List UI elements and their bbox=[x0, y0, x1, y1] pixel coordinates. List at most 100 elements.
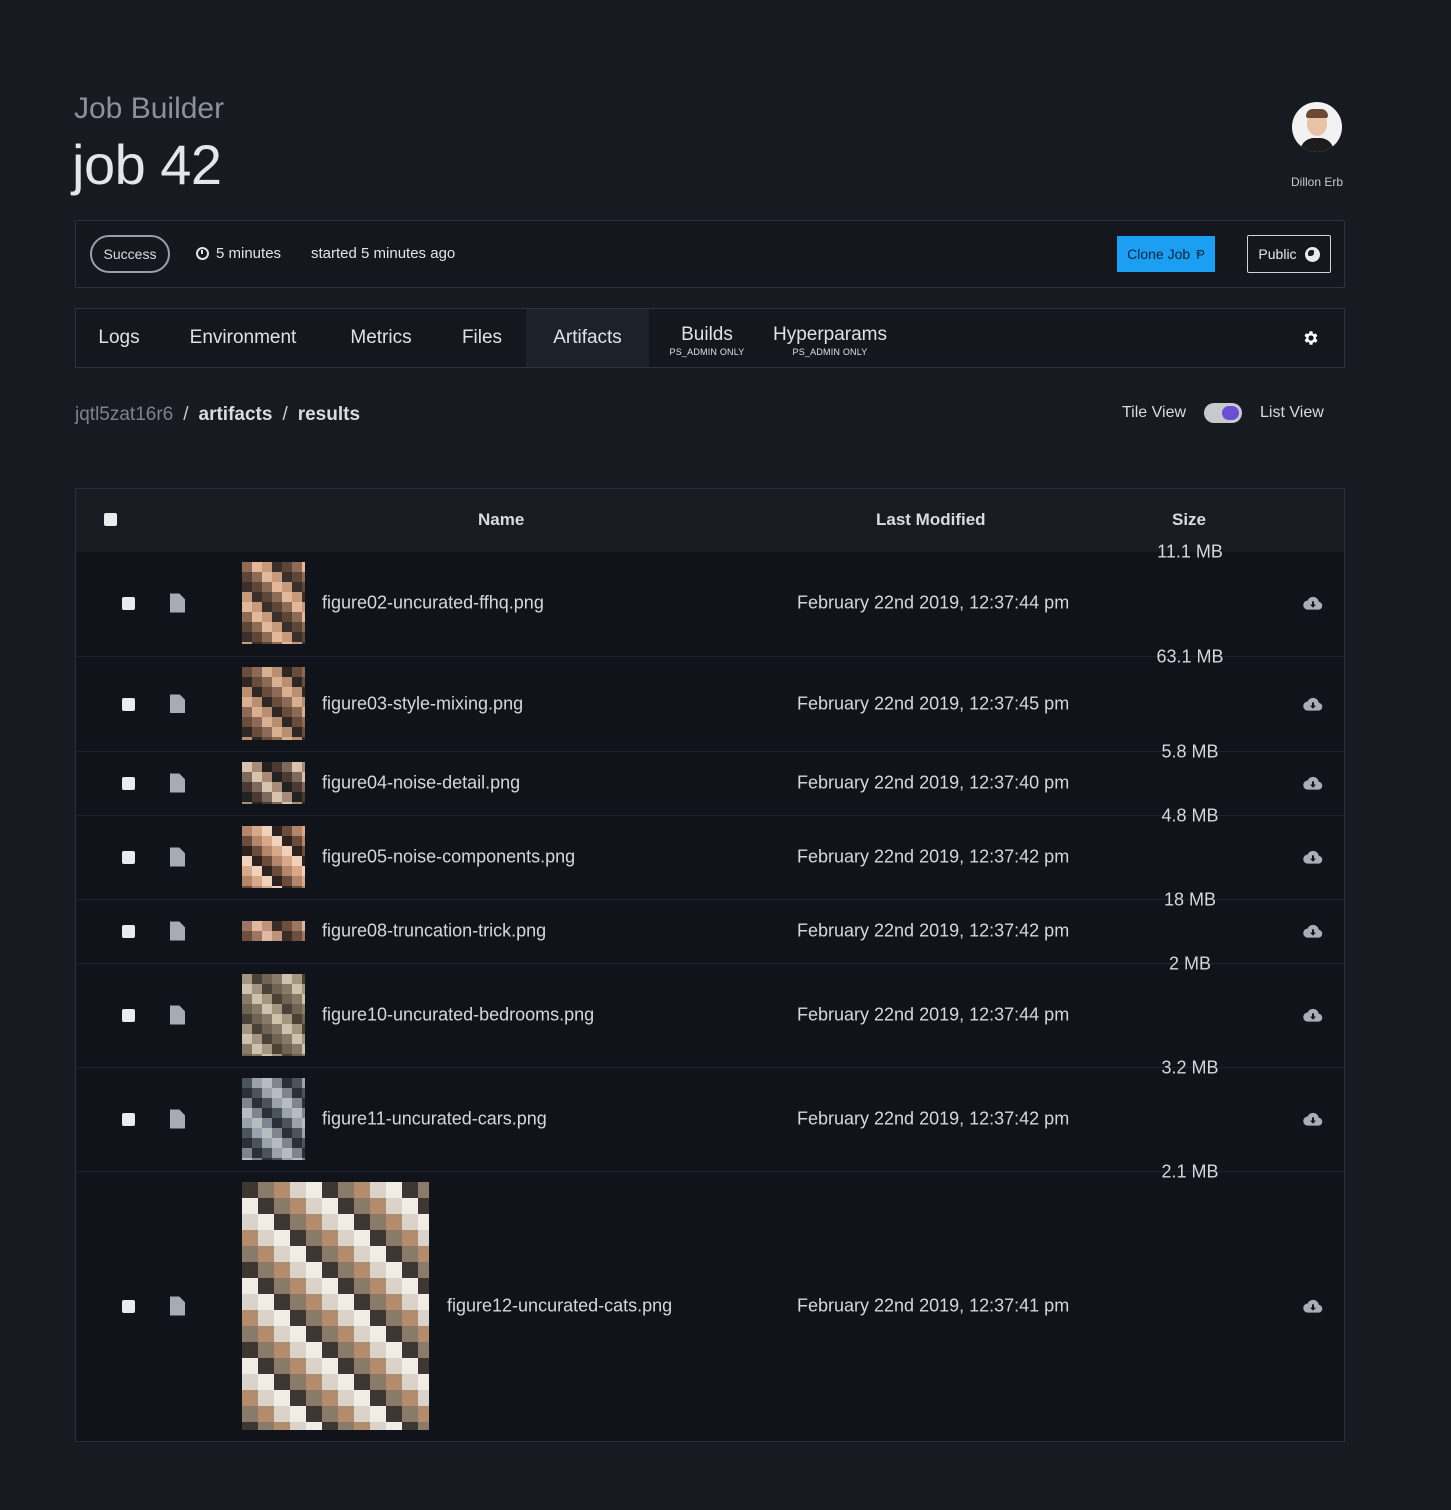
column-size[interactable]: Size bbox=[1172, 510, 1206, 530]
breadcrumb-separator: / bbox=[183, 404, 189, 425]
table-row[interactable]: figure08-truncation-trick.png February 22… bbox=[76, 890, 1344, 963]
file-thumbnail[interactable] bbox=[242, 762, 305, 804]
tab-hyperparams-label: Hyperparams bbox=[772, 323, 888, 345]
status-badge: Success bbox=[90, 235, 170, 273]
row-checkbox[interactable] bbox=[122, 1300, 135, 1313]
file-icon bbox=[170, 773, 185, 793]
view-toggle-switch[interactable] bbox=[1204, 403, 1243, 423]
page-subtitle: Job Builder bbox=[74, 92, 225, 125]
table-row[interactable]: figure10-uncurated-bedrooms.png February … bbox=[76, 954, 1344, 1067]
table-row[interactable]: figure05-noise-components.png February 22… bbox=[76, 806, 1344, 899]
public-label: Public bbox=[1258, 246, 1297, 262]
started-time: started 5 minutes ago bbox=[311, 245, 456, 262]
tab-builds-label: Builds bbox=[681, 323, 733, 345]
clock-icon bbox=[196, 247, 209, 260]
file-icon bbox=[170, 921, 185, 941]
breadcrumb-results: results bbox=[297, 404, 361, 425]
table-row[interactable]: figure03-style-mixing.png February 22nd 2… bbox=[76, 647, 1344, 751]
tab-logs[interactable]: Logs bbox=[76, 309, 162, 367]
row-checkbox[interactable] bbox=[122, 925, 135, 938]
cloud-download-icon[interactable] bbox=[1303, 924, 1323, 938]
file-icon bbox=[170, 694, 185, 713]
table-header: Name Last Modified Size bbox=[76, 489, 1344, 552]
file-icon bbox=[170, 1005, 185, 1025]
page-title: job 42 bbox=[72, 133, 222, 196]
file-name[interactable]: figure04-noise-detail.png bbox=[322, 773, 520, 794]
row-checkbox[interactable] bbox=[122, 851, 135, 864]
toggle-knob bbox=[1222, 406, 1240, 420]
view-toggle: Tile View List View bbox=[1122, 403, 1324, 423]
file-name[interactable]: figure10-uncurated-bedrooms.png bbox=[322, 1005, 594, 1026]
row-checkbox[interactable] bbox=[122, 597, 135, 610]
list-view-label[interactable]: List View bbox=[1260, 404, 1324, 422]
gear-icon[interactable] bbox=[1302, 329, 1320, 347]
row-checkbox[interactable] bbox=[122, 1009, 135, 1022]
breadcrumb: jqtl5zat16r6 / artifacts / results bbox=[75, 404, 360, 426]
file-thumbnail[interactable] bbox=[242, 974, 305, 1056]
file-icon bbox=[170, 1296, 185, 1316]
column-name[interactable]: Name bbox=[478, 510, 524, 530]
file-last-modified: February 22nd 2019, 12:37:40 pm bbox=[797, 772, 1070, 793]
file-thumbnail[interactable] bbox=[242, 826, 305, 888]
avatar[interactable] bbox=[1292, 102, 1342, 152]
file-name[interactable]: figure02-uncurated-ffhq.png bbox=[322, 593, 544, 614]
cloud-download-icon[interactable] bbox=[1303, 1299, 1323, 1313]
cloud-download-icon[interactable] bbox=[1303, 1008, 1323, 1022]
job-duration: 5 minutes bbox=[196, 245, 281, 262]
file-last-modified: February 22nd 2019, 12:37:42 pm bbox=[797, 846, 1070, 867]
file-last-modified: February 22nd 2019, 12:37:41 pm bbox=[797, 1295, 1070, 1316]
file-icon bbox=[170, 847, 185, 867]
cloud-download-icon[interactable] bbox=[1303, 850, 1323, 864]
cloud-download-icon[interactable] bbox=[1303, 776, 1323, 790]
file-thumbnail[interactable] bbox=[242, 1078, 305, 1160]
cloud-download-icon[interactable] bbox=[1303, 697, 1323, 711]
tab-builds[interactable]: Builds PS_ADMIN ONLY bbox=[657, 309, 757, 367]
file-name[interactable]: figure08-truncation-trick.png bbox=[322, 921, 546, 942]
user-menu[interactable]: Dillon Erb bbox=[1284, 102, 1350, 189]
user-name: Dillon Erb bbox=[1290, 175, 1344, 189]
file-name[interactable]: figure11-uncurated-cars.png bbox=[322, 1109, 547, 1130]
tab-hyperparams[interactable]: Hyperparams PS_ADMIN ONLY bbox=[764, 309, 896, 367]
clone-job-label: Clone Job bbox=[1127, 246, 1191, 262]
table-row[interactable]: figure02-uncurated-ffhq.png February 22nd… bbox=[76, 542, 1344, 656]
file-thumbnail[interactable] bbox=[242, 562, 305, 644]
tile-view-label[interactable]: Tile View bbox=[1122, 404, 1186, 422]
file-thumbnail[interactable] bbox=[242, 1182, 429, 1430]
file-name[interactable]: figure12-uncurated-cats.png bbox=[447, 1296, 672, 1317]
artifacts-table: Name Last Modified Size figure02-uncurat… bbox=[75, 488, 1345, 1442]
tab-hyperparams-note: PS_ADMIN ONLY bbox=[792, 346, 868, 357]
cloud-download-icon[interactable] bbox=[1303, 596, 1323, 610]
tab-builds-note: PS_ADMIN ONLY bbox=[669, 346, 745, 357]
breadcrumb-separator: / bbox=[282, 404, 288, 425]
file-last-modified: February 22nd 2019, 12:37:45 pm bbox=[797, 693, 1070, 713]
table-row[interactable]: figure04-noise-detail.png February 22nd 2… bbox=[76, 742, 1344, 815]
file-thumbnail[interactable] bbox=[242, 921, 305, 941]
tab-logs-label: Logs bbox=[98, 327, 140, 348]
row-checkbox[interactable] bbox=[122, 697, 135, 711]
breadcrumb-root[interactable]: jqtl5zat16r6 bbox=[75, 404, 173, 425]
tab-metrics[interactable]: Metrics bbox=[324, 309, 438, 367]
tab-environment-label: Environment bbox=[189, 327, 297, 348]
public-button[interactable]: Public bbox=[1247, 235, 1331, 273]
tab-artifacts-label: Artifacts bbox=[553, 327, 622, 348]
row-checkbox[interactable] bbox=[122, 1113, 135, 1126]
tab-files[interactable]: Files bbox=[438, 309, 526, 367]
tab-environment[interactable]: Environment bbox=[162, 309, 324, 367]
select-all-checkbox[interactable] bbox=[104, 513, 117, 526]
file-name[interactable]: figure03-style-mixing.png bbox=[322, 693, 523, 714]
tab-metrics-label: Metrics bbox=[350, 327, 412, 348]
table-row[interactable]: figure12-uncurated-cats.png February 22nd… bbox=[76, 1162, 1344, 1441]
table-row[interactable]: figure11-uncurated-cars.png February 22nd… bbox=[76, 1058, 1344, 1171]
file-thumbnail[interactable] bbox=[242, 667, 305, 740]
key-icon: Ᵽ bbox=[1196, 246, 1205, 262]
duration-text: 5 minutes bbox=[216, 245, 282, 262]
cloud-download-icon[interactable] bbox=[1303, 1112, 1323, 1126]
column-last-modified[interactable]: Last Modified bbox=[876, 510, 986, 530]
file-name[interactable]: figure05-noise-components.png bbox=[322, 847, 575, 868]
clone-job-button[interactable]: Clone Job Ᵽ bbox=[1117, 236, 1215, 272]
file-last-modified: February 22nd 2019, 12:37:44 pm bbox=[797, 1004, 1070, 1025]
breadcrumb-artifacts[interactable]: artifacts bbox=[199, 404, 273, 425]
tab-artifacts[interactable]: Artifacts bbox=[526, 309, 649, 367]
tab-files-label: Files bbox=[461, 327, 503, 348]
row-checkbox[interactable] bbox=[122, 777, 135, 790]
